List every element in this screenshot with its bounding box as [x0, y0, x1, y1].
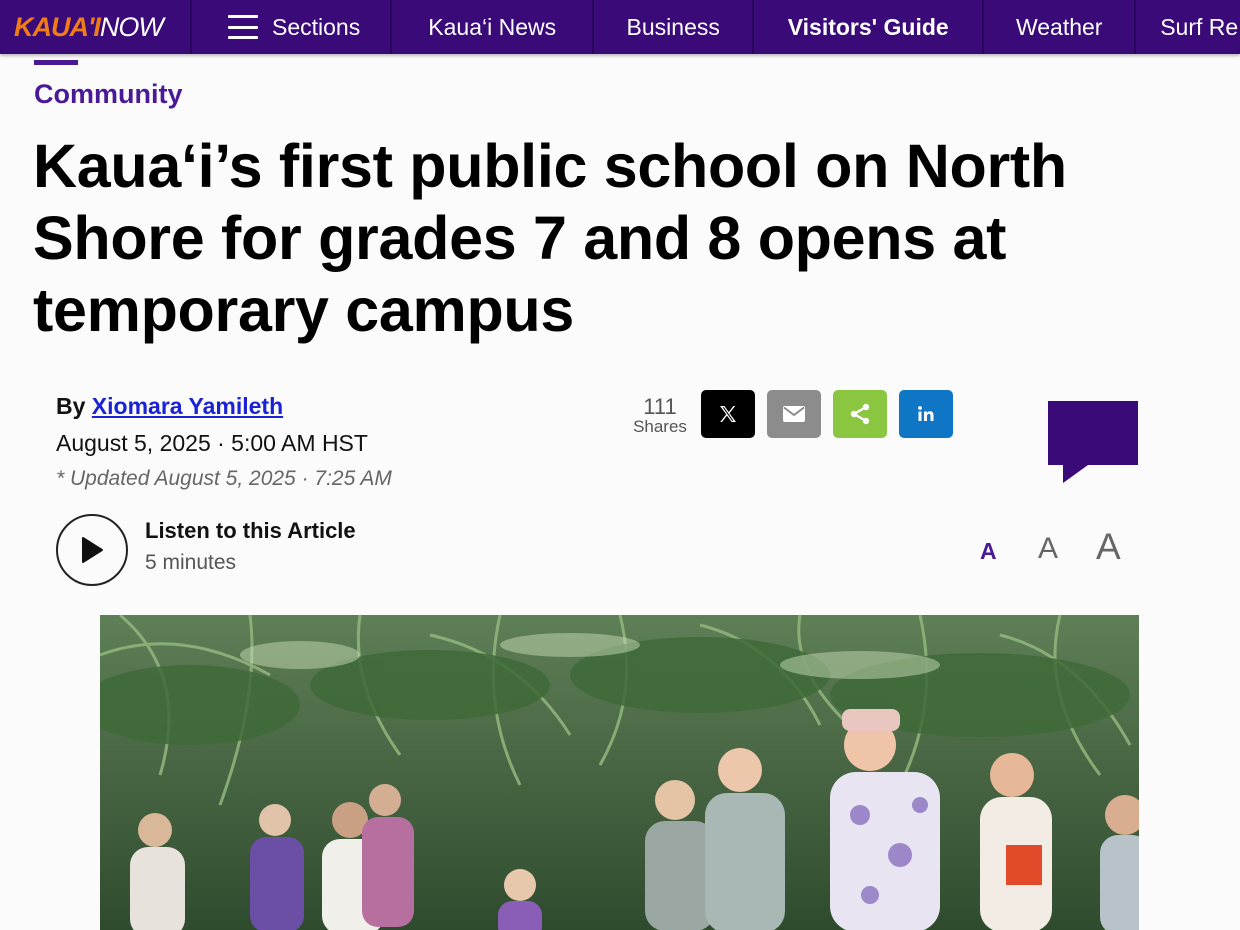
category-link[interactable]: Community [34, 79, 183, 110]
nav-item-surf-report[interactable]: Surf Re [1136, 0, 1240, 54]
comments-icon[interactable] [1048, 401, 1138, 485]
top-navigation: KAUA'I NOW Sections Kaua‘i News Business … [0, 0, 1240, 54]
listen-duration: 5 minutes [145, 551, 237, 574]
nav-item-kauai-news[interactable]: Kaua‘i News [392, 0, 595, 54]
hamburger-menu-icon [228, 15, 258, 39]
author-link[interactable]: Xiomara Yamileth [92, 393, 283, 419]
article-hero-image [100, 615, 1139, 930]
share-generic-button[interactable] [833, 390, 887, 438]
sections-menu-button[interactable]: Sections [192, 0, 393, 54]
nav-item-business[interactable]: Business [594, 0, 755, 54]
share-count-number: 111 [643, 394, 677, 419]
hero-photo-illustration [100, 615, 1139, 930]
byline-prefix: By [56, 393, 86, 419]
play-audio-button[interactable] [56, 514, 128, 586]
category-accent-bar [34, 60, 78, 65]
logo-now-text: NOW [99, 11, 164, 42]
share-icon [850, 403, 870, 425]
share-linkedin-button[interactable] [899, 390, 953, 438]
font-size-medium-button[interactable]: A [1038, 534, 1058, 564]
share-count: 111 Shares [628, 396, 692, 436]
share-email-button[interactable] [767, 390, 821, 438]
email-icon [783, 406, 805, 422]
article-headline: Kaua‘i’s first public school on North Sh… [33, 132, 1067, 344]
logo-kauai-text: KAUA'I [14, 11, 101, 42]
nav-item-visitors-guide[interactable]: Visitors' Guide [754, 0, 985, 54]
byline: By Xiomara Yamileth [56, 393, 283, 420]
site-logo[interactable]: KAUA'I NOW [0, 0, 192, 54]
share-count-label: Shares [633, 417, 687, 436]
updated-date: * Updated August 5, 2025 · 7:25 AM [56, 467, 392, 490]
listen-title: Listen to this Article [145, 518, 356, 543]
x-logo-icon [720, 406, 736, 422]
share-x-button[interactable] [701, 390, 755, 438]
sections-label: Sections [272, 13, 361, 40]
play-icon [82, 537, 103, 563]
publish-date: August 5, 2025 · 5:00 AM HST [56, 430, 368, 456]
nav-item-weather[interactable]: Weather [984, 0, 1137, 54]
linkedin-icon [918, 406, 934, 421]
font-size-small-button[interactable]: A [980, 540, 997, 563]
font-size-large-button[interactable]: A [1096, 528, 1121, 565]
